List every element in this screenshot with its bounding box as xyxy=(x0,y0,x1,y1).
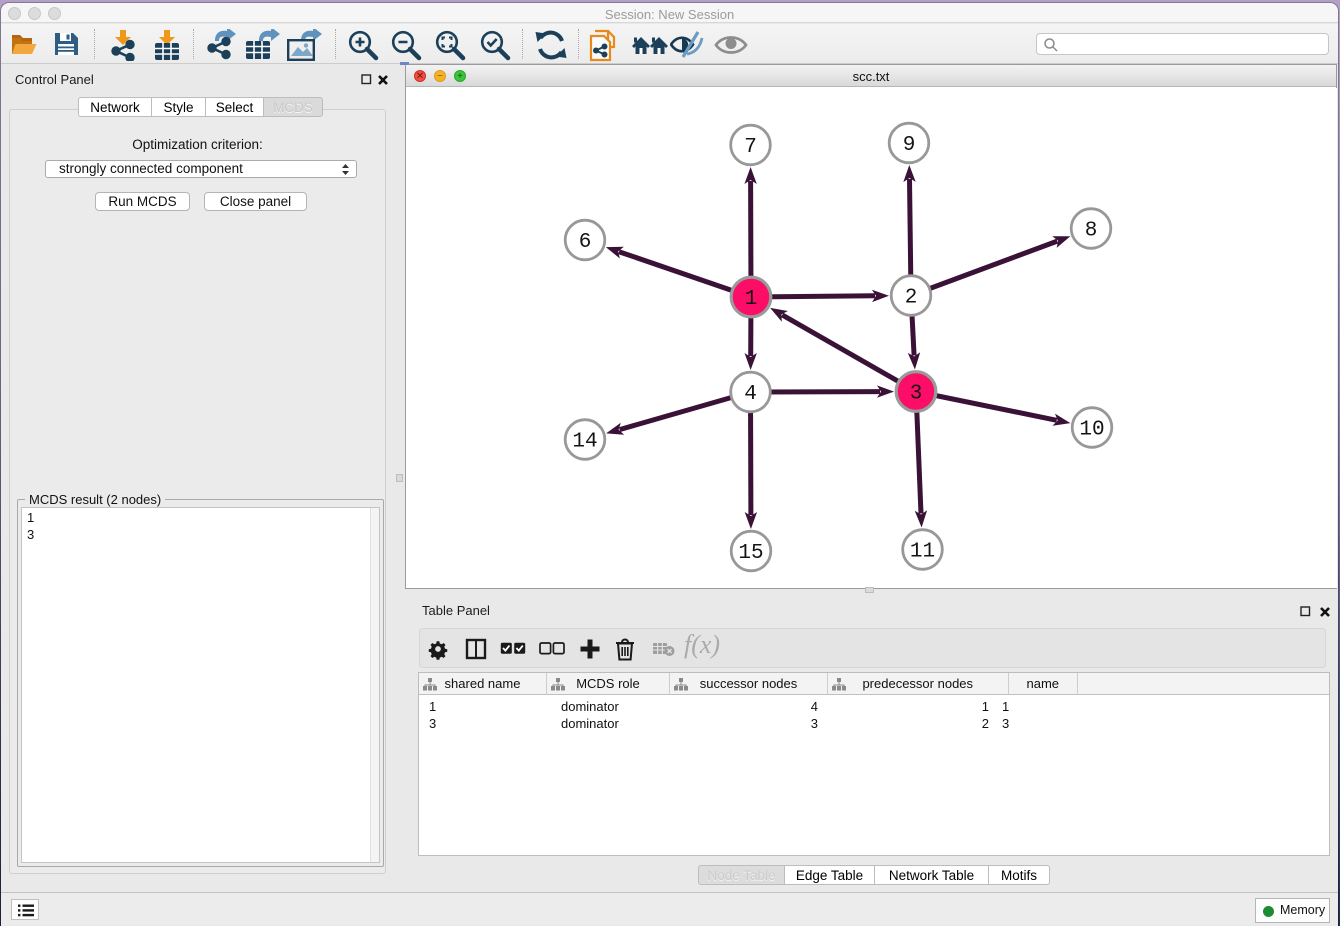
svg-text:10: 10 xyxy=(1079,419,1104,442)
svg-text:8: 8 xyxy=(1085,220,1098,243)
svg-text:11: 11 xyxy=(910,541,935,564)
svg-text:2: 2 xyxy=(905,287,918,310)
svg-text:9: 9 xyxy=(903,134,916,157)
svg-text:4: 4 xyxy=(744,383,757,406)
svg-text:6: 6 xyxy=(579,231,592,254)
svg-text:1: 1 xyxy=(745,288,758,311)
svg-text:15: 15 xyxy=(738,542,763,565)
svg-text:3: 3 xyxy=(910,383,923,406)
svg-text:14: 14 xyxy=(572,431,597,454)
svg-text:7: 7 xyxy=(744,136,757,159)
